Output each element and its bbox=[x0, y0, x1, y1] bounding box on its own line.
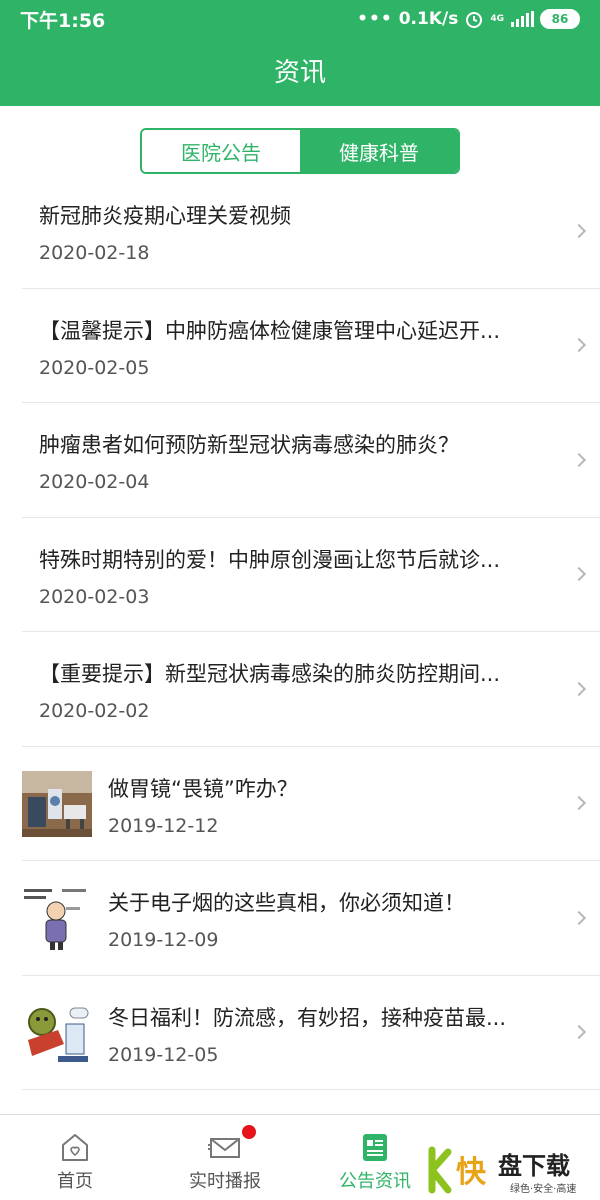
network-type: 4G bbox=[490, 13, 504, 24]
article-title: 【重要提示】新型冠状病毒感染的肺炎防控期间... bbox=[39, 662, 501, 686]
alarm-icon bbox=[466, 12, 483, 28]
home-icon bbox=[62, 1134, 88, 1161]
article-title: 冬日福利！防流感，有妙招，接种疫苗最... bbox=[108, 1005, 507, 1030]
flu-vaccine-thumbnail bbox=[22, 999, 92, 1066]
chevron-right-icon bbox=[571, 567, 587, 582]
article-date: 2020-02-05 bbox=[39, 356, 150, 379]
list-item[interactable]: 做胃镜“畏镜”咋办？ 2019-12-12 bbox=[22, 747, 600, 861]
news-icon bbox=[363, 1134, 387, 1161]
tab-home[interactable]: 首页 bbox=[0, 1115, 150, 1200]
article-date: 2020-02-18 bbox=[39, 242, 150, 264]
endoscopy-room-thumbnail bbox=[22, 770, 92, 837]
article-date: 2019-12-12 bbox=[108, 814, 219, 837]
chevron-right-icon bbox=[571, 223, 587, 238]
status-bar: 下午1:56 ••• 0.1K/s 4G 86 bbox=[0, 0, 600, 38]
article-date: 2020-02-04 bbox=[39, 471, 150, 493]
tab-label: 公告资讯 bbox=[339, 1171, 411, 1192]
article-date: 2019-12-05 bbox=[108, 1043, 219, 1066]
mail-icon bbox=[208, 1138, 240, 1158]
article-list: 新冠肺炎疫期心理关爱视频 2020-02-18 【温馨提示】中肿防癌体检健康管理… bbox=[0, 174, 600, 1090]
article-date: 2019-12-09 bbox=[108, 929, 219, 951]
article-date: 2020-02-03 bbox=[39, 585, 150, 608]
list-item[interactable]: 新冠肺炎疫期心理关爱视频 2020-02-18 bbox=[22, 174, 600, 289]
tab-health-science[interactable]: 健康科普 bbox=[300, 130, 458, 172]
chevron-right-icon bbox=[571, 910, 587, 925]
chevron-right-icon bbox=[571, 681, 587, 696]
article-title: 【温馨提示】中肿防癌体检健康管理中心延迟开... bbox=[39, 318, 501, 343]
chevron-right-icon bbox=[571, 1025, 587, 1040]
article-title: 肿瘤患者如何预防新型冠状病毒感染的肺炎？ bbox=[39, 433, 459, 457]
chevron-right-icon bbox=[571, 338, 587, 353]
chevron-right-icon bbox=[571, 452, 587, 467]
notification-badge bbox=[242, 1125, 256, 1139]
app-header: 下午1:56 ••• 0.1K/s 4G 86 资讯 bbox=[0, 0, 600, 106]
list-item[interactable]: 特殊时期特别的爱！中肿原创漫画让您节后就诊... 2020-02-03 bbox=[22, 518, 600, 632]
article-date: 2020-02-02 bbox=[39, 700, 150, 722]
page-title: 资讯 bbox=[273, 58, 326, 88]
status-time: 下午1:56 bbox=[20, 9, 106, 32]
tab-label: 首页 bbox=[57, 1171, 93, 1192]
article-title: 关于电子烟的这些真相，你必须知道！ bbox=[108, 891, 465, 915]
e-cigarette-thumbnail bbox=[22, 885, 92, 951]
tab-hospital-notice[interactable]: 医院公告 bbox=[142, 130, 300, 172]
signal-icon bbox=[511, 11, 534, 27]
chevron-right-icon bbox=[571, 796, 587, 811]
list-item[interactable]: 冬日福利！防流感，有妙招，接种疫苗最... 2019-12-05 bbox=[22, 976, 600, 1090]
site-watermark: 快 盘下载 绿色·安全·高速 bbox=[426, 1140, 600, 1200]
list-item[interactable]: 【温馨提示】中肿防癌体检健康管理中心延迟开... 2020-02-05 bbox=[22, 289, 600, 403]
svg-text:绿色·安全·高速: 绿色·安全·高速 bbox=[510, 1182, 576, 1195]
kuaipan-logo-icon: 快 盘下载 绿色·安全·高速 bbox=[428, 1146, 576, 1195]
battery-icon: 86 bbox=[540, 9, 580, 29]
svg-text:盘下载: 盘下载 bbox=[498, 1152, 570, 1180]
network-speed: 0.1K/s bbox=[398, 9, 459, 29]
article-title: 做胃镜“畏镜”咋办？ bbox=[108, 776, 298, 801]
tab-live-broadcast[interactable]: 实时播报 bbox=[150, 1115, 300, 1200]
status-indicators: ••• 0.1K/s 4G 86 bbox=[357, 9, 580, 29]
article-title: 特殊时期特别的爱！中肿原创漫画让您节后就诊... bbox=[39, 547, 501, 572]
list-item[interactable]: 关于电子烟的这些真相，你必须知道！ 2019-12-09 bbox=[22, 861, 600, 976]
category-switch: 医院公告 健康科普 bbox=[140, 128, 460, 174]
more-dots-icon: ••• bbox=[357, 9, 393, 29]
list-item[interactable]: 肿瘤患者如何预防新型冠状病毒感染的肺炎？ 2020-02-04 bbox=[22, 403, 600, 518]
list-item[interactable]: 【重要提示】新型冠状病毒感染的肺炎防控期间... 2020-02-02 bbox=[22, 632, 600, 747]
tab-label: 实时播报 bbox=[189, 1171, 261, 1192]
article-title: 新冠肺炎疫期心理关爱视频 bbox=[39, 204, 291, 228]
svg-text:快: 快 bbox=[456, 1155, 487, 1190]
